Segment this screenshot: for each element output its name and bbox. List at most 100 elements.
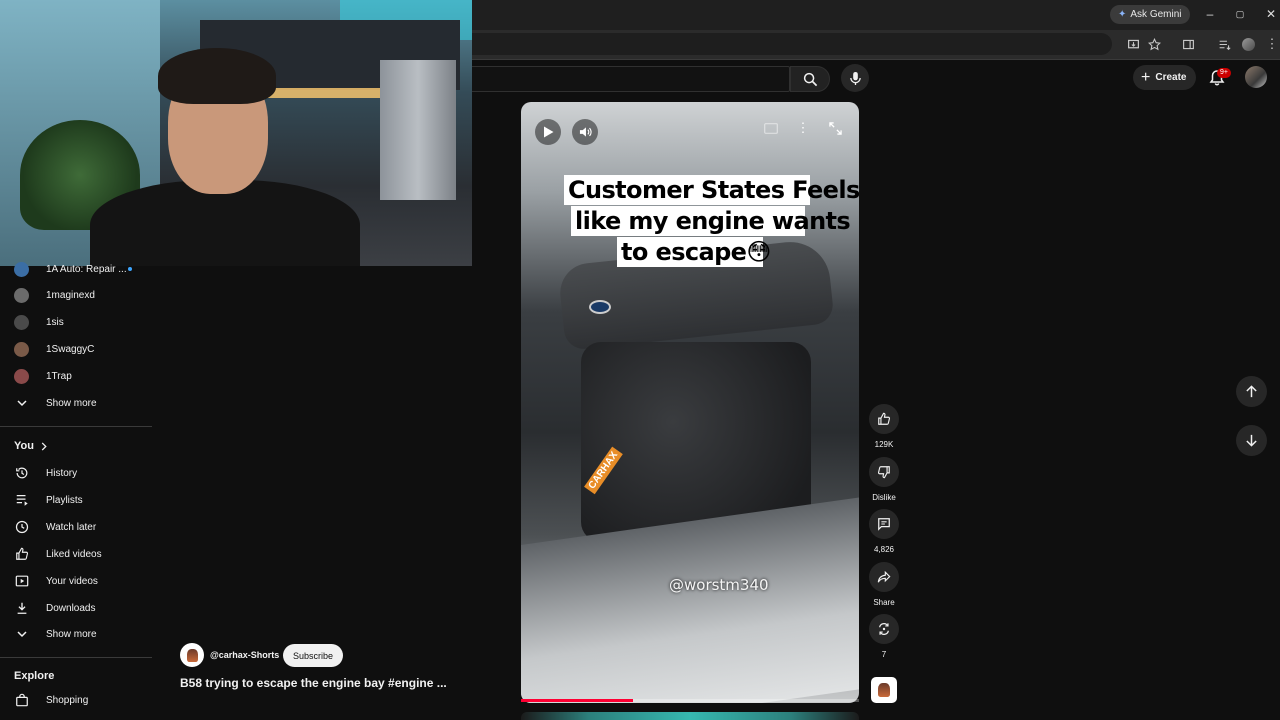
play-button[interactable]	[535, 119, 561, 145]
video-caption-line: Customer States Feels	[564, 175, 859, 205]
you-heading-label: You	[14, 440, 34, 452]
dislike-label: Dislike	[872, 493, 896, 502]
channel-avatar[interactable]	[180, 643, 204, 667]
ask-gemini-button[interactable]: ✦ Ask Gemini	[1110, 5, 1190, 24]
sidebar-item-label: Shopping	[46, 694, 89, 706]
next-short-preview[interactable]	[521, 712, 859, 720]
video-progress-bar[interactable]	[521, 699, 859, 702]
side-panel-icon[interactable]	[1180, 36, 1196, 52]
subscription-item[interactable]: 1A Auto: Repair ...	[0, 256, 152, 282]
sidebar-item-label: Downloads	[46, 602, 96, 614]
account-avatar[interactable]	[1245, 66, 1267, 88]
webcam-person-hair	[158, 48, 276, 104]
chevron-down-icon	[14, 395, 30, 411]
sidebar-item-downloads[interactable]: Downloads	[0, 595, 152, 621]
comment-icon	[878, 518, 890, 531]
channel-name[interactable]: @carhax-Shorts	[210, 650, 279, 660]
search-button[interactable]	[790, 66, 830, 92]
comments-action[interactable]: 4,826	[864, 509, 904, 554]
plus-icon: +	[1141, 68, 1151, 86]
arrow-up-icon	[1246, 385, 1257, 398]
subscriptions-show-more[interactable]: Show more	[0, 390, 152, 416]
sidebar-item-watch-later[interactable]: Watch later	[0, 514, 152, 540]
more-options-icon[interactable]: ⋮	[794, 119, 812, 137]
share-label: Share	[873, 598, 895, 607]
remix-icon	[879, 623, 889, 635]
captions-button[interactable]	[762, 119, 780, 137]
sidebar-item-liked-videos[interactable]: Liked videos	[0, 541, 152, 567]
fullscreen-icon	[828, 121, 842, 135]
sidebar-item-label: History	[46, 467, 78, 479]
next-short-button[interactable]	[1236, 425, 1267, 456]
channel-logo-icon	[186, 648, 198, 662]
explore-heading-label: Explore	[14, 670, 55, 682]
channel-avatar	[14, 368, 29, 384]
remix-button[interactable]	[869, 614, 899, 644]
sidebar-item-your-videos[interactable]: Your videos	[0, 568, 152, 594]
remix-action[interactable]: 7	[864, 614, 904, 659]
show-more-label: Show more	[46, 397, 97, 409]
microphone-icon	[849, 71, 861, 85]
thumbs-down-icon	[877, 466, 890, 479]
subscription-item[interactable]: 1sis	[0, 309, 152, 335]
channel-logo-icon	[878, 683, 890, 697]
dislike-action[interactable]: Dislike	[864, 457, 904, 502]
bmw-logo-icon	[589, 300, 611, 314]
explore-section-heading: Explore	[14, 670, 54, 682]
arrow-down-icon	[1246, 434, 1257, 447]
sidebar-item-label: Watch later	[46, 521, 97, 533]
dislike-button[interactable]	[869, 457, 899, 487]
comments-button[interactable]	[869, 509, 899, 539]
volume-button[interactable]	[572, 119, 598, 145]
search-input[interactable]	[472, 66, 790, 92]
video-title[interactable]: B58 trying to escape the engine bay #eng…	[180, 676, 447, 690]
create-button[interactable]: + Create	[1133, 65, 1197, 90]
reading-list-icon[interactable]	[1216, 36, 1232, 52]
shorts-video-player[interactable]: CARHAX Customer States Feels like my eng…	[521, 102, 859, 703]
bookmark-star-icon[interactable]	[1146, 36, 1162, 52]
address-bar[interactable]	[472, 33, 1112, 55]
sidebar-divider	[0, 426, 152, 427]
create-label: Create	[1155, 72, 1187, 83]
browser-menu-icon[interactable]: ⋮	[1264, 36, 1280, 52]
remix-count: 7	[881, 650, 887, 659]
subscription-item[interactable]: 1maginexd	[0, 282, 152, 308]
previous-short-button[interactable]	[1236, 376, 1267, 407]
maximize-button[interactable]: ▢	[1233, 6, 1247, 22]
thumbs-up-icon	[14, 546, 30, 562]
search-icon	[803, 72, 817, 86]
minimize-button[interactable]: –	[1203, 6, 1217, 22]
voice-search-button[interactable]	[841, 64, 869, 92]
share-action[interactable]: Share	[864, 562, 904, 607]
share-button[interactable]	[869, 562, 899, 592]
like-action[interactable]: 129K	[864, 404, 904, 449]
sidebar-item-shopping[interactable]: Shopping	[0, 687, 152, 713]
webcam-overlay	[0, 0, 472, 266]
sidebar-item-history[interactable]: History	[0, 460, 152, 486]
channel-avatar	[14, 287, 29, 303]
sidebar-item-playlists[interactable]: Playlists	[0, 487, 152, 513]
subscription-item[interactable]: 1Trap	[0, 363, 152, 389]
subscription-item[interactable]: 1SwaggyC	[0, 336, 152, 362]
install-app-icon[interactable]	[1125, 36, 1141, 52]
playlists-icon	[14, 492, 30, 508]
new-content-dot	[128, 267, 132, 271]
sidebar-divider	[0, 657, 152, 658]
volume-icon	[579, 127, 592, 137]
fullscreen-button[interactable]	[826, 119, 844, 137]
webcam-fridge	[380, 60, 456, 200]
like-button[interactable]	[869, 404, 899, 434]
subscription-label: 1sis	[46, 316, 64, 328]
video-caption-line: to escape😳	[617, 237, 771, 267]
browser-profile-icon[interactable]	[1240, 36, 1256, 52]
subscribe-button[interactable]: Subscribe	[283, 644, 344, 667]
sidebar-item-label: Playlists	[46, 494, 83, 506]
video-caption-line: like my engine wants	[571, 206, 851, 236]
thumbs-up-icon	[878, 412, 891, 425]
like-count: 129K	[874, 440, 894, 449]
you-show-more[interactable]: Show more	[0, 621, 152, 647]
close-window-button[interactable]: ✕	[1264, 6, 1278, 22]
channel-thumbnail[interactable]	[871, 677, 897, 703]
you-section-heading[interactable]: You	[14, 440, 48, 452]
chevron-down-icon	[14, 626, 30, 642]
